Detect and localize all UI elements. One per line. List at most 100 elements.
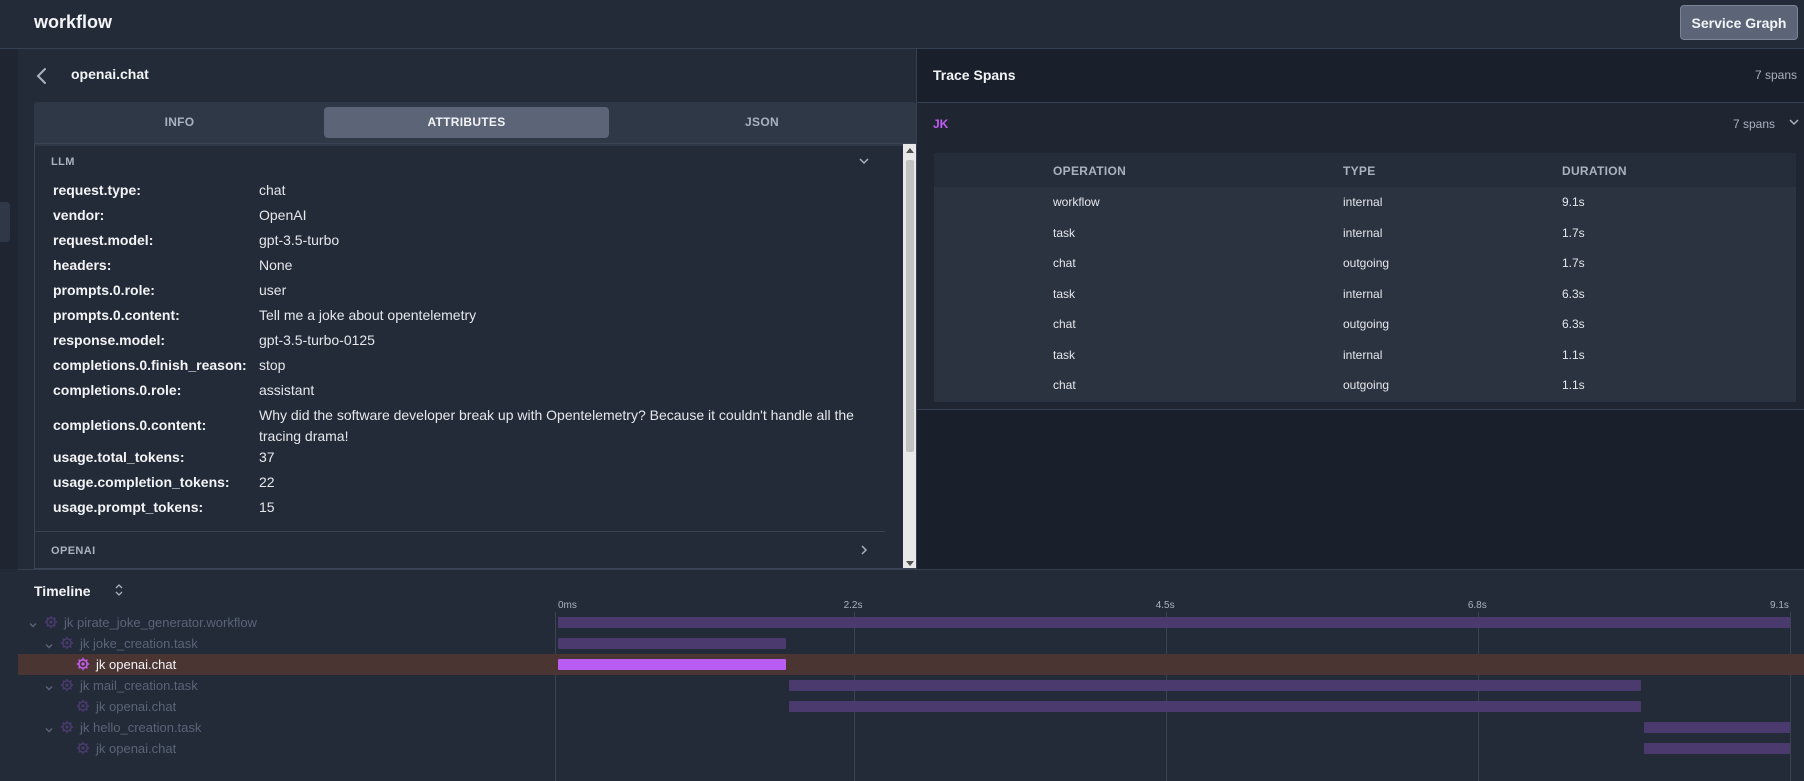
cell-duration: 6.3s	[1562, 317, 1585, 331]
attribute-key: response.model:	[53, 332, 166, 348]
timeline-row[interactable]: jk joke_creation.task	[18, 633, 1804, 654]
scroll-thumb[interactable]	[906, 160, 914, 452]
attribute-key: usage.prompt_tokens:	[53, 499, 204, 515]
attribute-row: completions.0.role: assistant	[53, 380, 883, 401]
cell-duration: 9.1s	[1562, 195, 1585, 209]
table-row[interactable]: chat outgoing 1.7s	[934, 248, 1796, 278]
table-row[interactable]: chat outgoing 6.3s	[934, 309, 1796, 339]
table-row[interactable]: workflow internal 9.1s	[934, 187, 1796, 217]
scroll-down-arrow-icon[interactable]	[906, 561, 914, 566]
cell-type: internal	[1343, 225, 1383, 240]
gear-icon	[60, 678, 74, 692]
section-openai-header[interactable]: OPENAI	[35, 533, 885, 567]
span-name: hello_creation.task	[89, 720, 202, 735]
attribute-value: chat	[259, 182, 286, 198]
timeline-bar[interactable]	[1643, 743, 1790, 754]
tab-json[interactable]: JSON	[612, 107, 912, 138]
span-name: openai.chat	[105, 699, 177, 714]
attribute-key: usage.total_tokens:	[53, 449, 185, 465]
attributes-scrollbar[interactable]	[903, 144, 916, 568]
table-row[interactable]: task internal 1.7s	[934, 218, 1796, 248]
cell-operation: chat	[1053, 317, 1076, 331]
timeline-bar[interactable]	[1643, 722, 1790, 733]
chevron-down-icon[interactable]	[44, 680, 54, 691]
app-title: workflow	[34, 12, 113, 32]
table-row[interactable]: task internal 1.1s	[934, 340, 1796, 370]
section-divider	[35, 531, 885, 532]
trace-spans-count: 7 spans	[1754, 68, 1797, 82]
attribute-key: completions.0.content:	[53, 417, 207, 433]
gear-icon	[76, 699, 90, 713]
tab-info[interactable]: INFO	[39, 107, 320, 138]
section-llm-header[interactable]: LLM	[35, 144, 885, 178]
span-service: jk	[96, 657, 106, 672]
timeline-row[interactable]: jk openai.chat	[18, 654, 1804, 675]
attribute-row: request.model: gpt-3.5-turbo	[53, 230, 883, 251]
attribute-value: None	[259, 257, 293, 273]
span-name: joke_creation.task	[89, 636, 198, 651]
cell-type: outgoing	[1343, 378, 1390, 392]
chevron-down-icon[interactable]	[28, 617, 38, 628]
timeline-bar[interactable]	[788, 680, 1641, 691]
attribute-row: usage.prompt_tokens: 15	[53, 497, 883, 518]
chevron-down-icon[interactable]	[1787, 115, 1801, 129]
timeline-bar[interactable]	[558, 659, 786, 670]
timeline-row[interactable]: jk mail_creation.task	[18, 675, 1804, 696]
timeline-tick-label: 0ms	[558, 600, 577, 611]
span-service: jk	[64, 615, 74, 630]
timeline-bar[interactable]	[788, 701, 1641, 712]
timeline-row[interactable]: jk hello_creation.task	[18, 717, 1804, 738]
timeline-row[interactable]: jk openai.chat	[18, 696, 1804, 717]
service-group: JK 7 spans OPERATION TYPE DURATION workf…	[917, 103, 1804, 410]
back-button[interactable]	[32, 64, 52, 88]
attribute-value: OpenAI	[259, 207, 307, 223]
service-graph-button[interactable]: Service Graph	[1680, 5, 1798, 40]
attribute-row: completions.0.finish_reason: stop	[53, 355, 883, 376]
attribute-value: user	[259, 282, 287, 298]
gear-icon	[60, 720, 74, 734]
attribute-key: prompts.0.content:	[53, 307, 180, 323]
attribute-key: completions.0.role:	[53, 382, 182, 398]
attribute-row: response.model: gpt-3.5-turbo-0125	[53, 330, 883, 351]
cell-operation: chat	[1053, 256, 1076, 270]
top-bar: workflow Service Graph	[0, 0, 1804, 49]
scroll-up-arrow-icon[interactable]	[906, 148, 914, 153]
span-details-panel: openai.chat INFO ATTRIBUTES JSON LLM req…	[18, 49, 917, 569]
timeline-span-label: jk openai.chat	[96, 699, 176, 714]
timeline-span-label: jk openai.chat	[96, 741, 176, 756]
timeline-bar[interactable]	[558, 638, 786, 649]
timeline-row[interactable]: jk pirate_joke_generator.workflow	[18, 612, 1804, 633]
attribute-key: completions.0.finish_reason:	[53, 357, 247, 373]
table-row[interactable]: chat outgoing 1.1s	[934, 370, 1796, 400]
chevron-down-icon[interactable]	[44, 638, 54, 649]
span-service: jk	[80, 720, 90, 735]
sort-icon[interactable]	[114, 582, 124, 598]
attribute-row: vendor: OpenAI	[53, 205, 883, 226]
column-operation: OPERATION	[1053, 164, 1127, 178]
service-group-count: 7 spans	[1732, 117, 1775, 131]
service-group-name[interactable]: JK	[933, 117, 948, 131]
attribute-value: gpt-3.5-turbo	[259, 232, 340, 248]
attribute-value: 37	[259, 449, 275, 465]
timeline-tick-label: 2.2s	[843, 600, 863, 611]
trace-spans-header: Trace Spans 7 spans	[917, 49, 1804, 103]
span-title: openai.chat	[71, 66, 149, 82]
spans-table-header: OPERATION TYPE DURATION	[934, 153, 1796, 187]
cell-type: internal	[1343, 286, 1383, 301]
timeline-bar[interactable]	[558, 617, 1790, 628]
attributes-list: LLM request.type: chat vendor: OpenAI reques…	[34, 143, 917, 569]
attribute-value: Why did the software developer break up …	[259, 407, 854, 444]
span-name: openai.chat	[105, 741, 177, 756]
tab-attributes[interactable]: ATTRIBUTES	[324, 107, 609, 138]
table-row[interactable]: task internal 6.3s	[934, 279, 1796, 309]
chevron-down-icon	[859, 158, 869, 165]
chevron-down-icon[interactable]	[44, 722, 54, 733]
timeline-panel: Timeline 0ms 2.2s 4.5s 6.8s 9.1s jk pirate_j…	[18, 569, 1804, 781]
timeline-span-label: jk joke_creation.task	[80, 636, 198, 651]
attribute-key: headers:	[53, 257, 112, 273]
cell-duration: 1.7s	[1562, 256, 1585, 270]
sidebar-toggle-handle[interactable]	[0, 202, 10, 242]
attribute-value: gpt-3.5-turbo-0125	[259, 332, 375, 348]
timeline-row[interactable]: jk openai.chat	[18, 738, 1804, 759]
attribute-row: prompts.0.content: Tell me a joke about o…	[53, 305, 883, 326]
